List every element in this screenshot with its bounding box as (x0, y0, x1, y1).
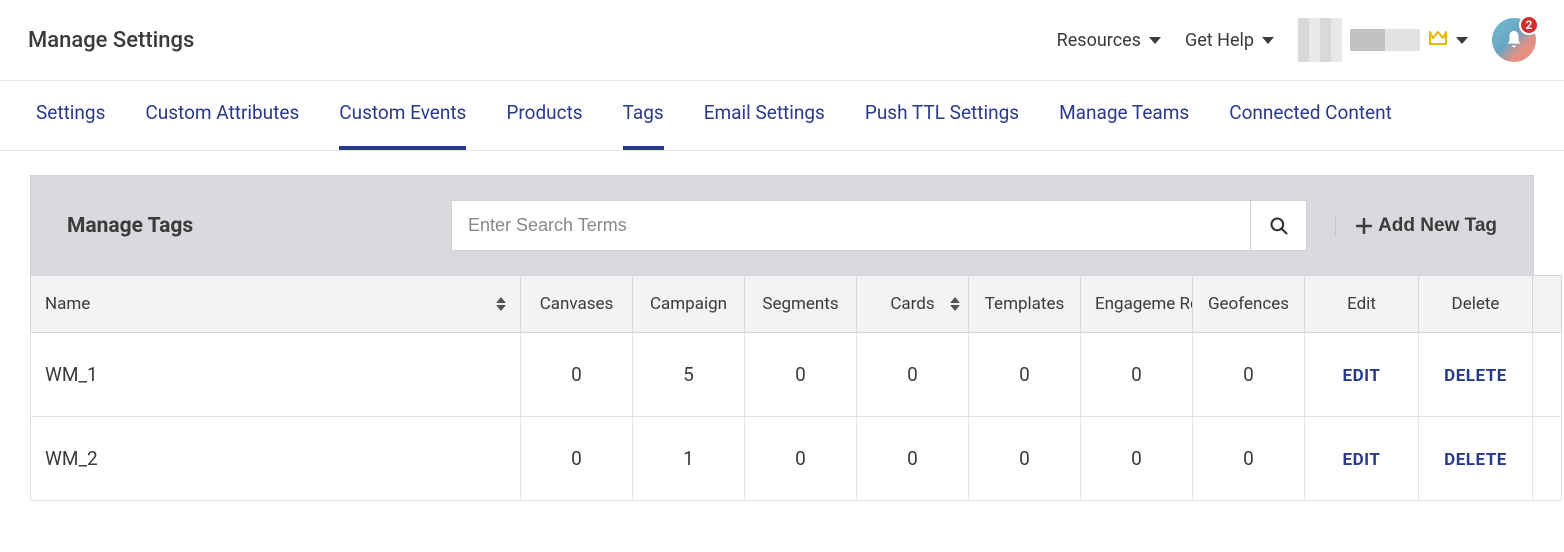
edit-button[interactable]: EDIT (1343, 450, 1381, 470)
plus-icon (1356, 218, 1372, 234)
cell-templates: 0 (969, 333, 1081, 417)
col-campaigns[interactable]: Campaign (633, 276, 745, 333)
cell-templates: 0 (969, 417, 1081, 501)
add-tag-wrap: Add New Tag (1335, 215, 1497, 237)
search-button[interactable] (1250, 201, 1306, 250)
sort-icon (496, 297, 506, 311)
cell-cards: 0 (857, 417, 969, 501)
add-tag-label: Add New Tag (1378, 215, 1497, 237)
page-title: Manage Settings (28, 28, 194, 53)
col-canvases[interactable]: Canvases (521, 276, 633, 333)
chevron-down-icon (1456, 37, 1468, 44)
tab-push-ttl-settings[interactable]: Push TTL Settings (865, 101, 1019, 150)
cell-edit: EDIT (1305, 333, 1419, 417)
tab-products[interactable]: Products (506, 101, 582, 150)
tab-bar: Settings Custom Attributes Custom Events… (0, 81, 1564, 151)
col-edit: Edit (1305, 276, 1419, 333)
crown-icon (1428, 30, 1448, 51)
col-cards-label: Cards (890, 294, 934, 314)
tab-settings[interactable]: Settings (36, 101, 105, 150)
cell-delete: DELETE (1419, 417, 1533, 501)
cell-segments: 0 (745, 417, 857, 501)
col-name[interactable]: Name (31, 276, 521, 333)
panel-title: Manage Tags (67, 214, 427, 238)
col-tail (1533, 276, 1562, 333)
col-templates[interactable]: Templates (969, 276, 1081, 333)
table-row: WM_2 0 1 0 0 0 0 0 EDIT DELETE (31, 417, 1562, 501)
col-delete: Delete (1419, 276, 1533, 333)
resources-menu[interactable]: Resources (1057, 30, 1161, 51)
tags-table: Name Canvases Campaign Segments Cards Te… (30, 275, 1562, 501)
tab-custom-events[interactable]: Custom Events (339, 101, 466, 150)
notifications-button[interactable]: 2 (1492, 18, 1536, 62)
chevron-down-icon (1149, 37, 1161, 44)
tab-tags[interactable]: Tags (623, 101, 664, 150)
cell-canvases: 0 (521, 417, 633, 501)
header-right: Resources Get Help 2 (1057, 18, 1536, 62)
table-header-row: Name Canvases Campaign Segments Cards Te… (31, 276, 1562, 333)
user-menu[interactable] (1298, 18, 1468, 62)
cell-tail (1533, 333, 1562, 417)
tab-manage-teams[interactable]: Manage Teams (1059, 101, 1189, 150)
cell-campaigns: 5 (633, 333, 745, 417)
notification-badge: 2 (1519, 15, 1539, 35)
search-wrap (451, 200, 1307, 251)
col-engagement-reports[interactable]: Engageme Reports (1081, 276, 1193, 333)
tab-email-settings[interactable]: Email Settings (704, 101, 825, 150)
delete-button[interactable]: DELETE (1444, 450, 1507, 470)
panel-header: Manage Tags Add New Tag (30, 175, 1534, 275)
tab-connected-content[interactable]: Connected Content (1229, 101, 1392, 150)
table-row: WM_1 0 5 0 0 0 0 0 EDIT DELETE (31, 333, 1562, 417)
header-bar: Manage Settings Resources Get Help 2 (0, 0, 1564, 81)
cell-segments: 0 (745, 333, 857, 417)
tab-custom-attributes[interactable]: Custom Attributes (145, 101, 299, 150)
cell-tail (1533, 417, 1562, 501)
cell-edit: EDIT (1305, 417, 1419, 501)
content-area: Manage Tags Add New Tag Name Canvases Ca… (0, 151, 1564, 501)
col-geofences[interactable]: Geofences (1193, 276, 1305, 333)
get-help-label: Get Help (1185, 30, 1254, 51)
cell-cards: 0 (857, 333, 969, 417)
get-help-menu[interactable]: Get Help (1185, 30, 1274, 51)
edit-button[interactable]: EDIT (1343, 366, 1381, 386)
col-segments[interactable]: Segments (745, 276, 857, 333)
cell-geofences: 0 (1193, 333, 1305, 417)
chevron-down-icon (1262, 37, 1274, 44)
cell-campaigns: 1 (633, 417, 745, 501)
sort-icon (950, 297, 960, 311)
delete-button[interactable]: DELETE (1444, 366, 1507, 386)
resources-label: Resources (1057, 30, 1141, 51)
cell-name: WM_1 (31, 333, 521, 417)
cell-engagement-reports: 0 (1081, 417, 1193, 501)
cell-canvases: 0 (521, 333, 633, 417)
add-new-tag-button[interactable]: Add New Tag (1356, 215, 1497, 237)
col-name-label: Name (45, 294, 90, 314)
cell-geofences: 0 (1193, 417, 1305, 501)
user-name (1350, 29, 1420, 51)
cell-name: WM_2 (31, 417, 521, 501)
avatar (1298, 18, 1342, 62)
search-icon (1269, 216, 1289, 236)
cell-engagement-reports: 0 (1081, 333, 1193, 417)
cell-delete: DELETE (1419, 333, 1533, 417)
search-input[interactable] (452, 201, 1250, 250)
col-cards[interactable]: Cards (857, 276, 969, 333)
